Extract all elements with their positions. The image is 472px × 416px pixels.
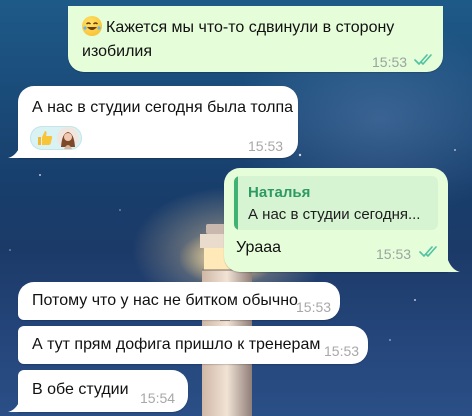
bubble-tail: [8, 146, 20, 158]
message-text: В обе студии: [32, 381, 129, 398]
reactions-badge[interactable]: [30, 126, 82, 150]
bubble-tail: [8, 400, 20, 412]
message-outgoing[interactable]: Кажется мы что-то сдвинули в сторону изо…: [68, 6, 443, 72]
message-time: 15:53: [296, 299, 332, 315]
message-text: Потому что у нас не битком обычно: [32, 292, 298, 309]
message-text: Кажется мы что-то сдвинули в сторону: [82, 16, 394, 40]
message-time: 15:53: [324, 343, 360, 359]
avatar: [57, 127, 79, 149]
message-incoming[interactable]: Потому что у нас не битком обычно 15:53: [18, 282, 340, 320]
read-checks-icon: [414, 54, 432, 65]
message-time: 15:53: [248, 138, 284, 154]
message-line: Кажется мы что-то сдвинули в сторону: [106, 19, 395, 36]
thumbs-up-icon: [38, 131, 53, 145]
message-line: изобилия: [82, 43, 153, 60]
message-incoming[interactable]: В обе студии 15:54: [18, 370, 188, 412]
message-text: А нас в студии сегодня была толпа: [32, 99, 294, 116]
reply-accent-bar: [234, 176, 238, 230]
message-time: 15:53: [372, 54, 408, 70]
laughing-face-icon: [82, 16, 102, 36]
reply-author: Наталья: [248, 184, 311, 201]
message-incoming[interactable]: А тут прям дофига пришло к тренерам 15:5…: [18, 326, 368, 364]
message-time: 15:53: [376, 246, 412, 262]
bubble-tail: [448, 260, 460, 272]
message-time: 15:54: [140, 390, 176, 406]
reply-quote[interactable]: Наталья А нас в студии сегодня...: [234, 176, 438, 230]
message-text: Урааа: [236, 239, 282, 256]
read-checks-icon: [419, 246, 437, 257]
reply-text: А нас в студии сегодня...: [248, 206, 421, 223]
message-text: А тут прям дофига пришло к тренерам: [32, 336, 321, 353]
